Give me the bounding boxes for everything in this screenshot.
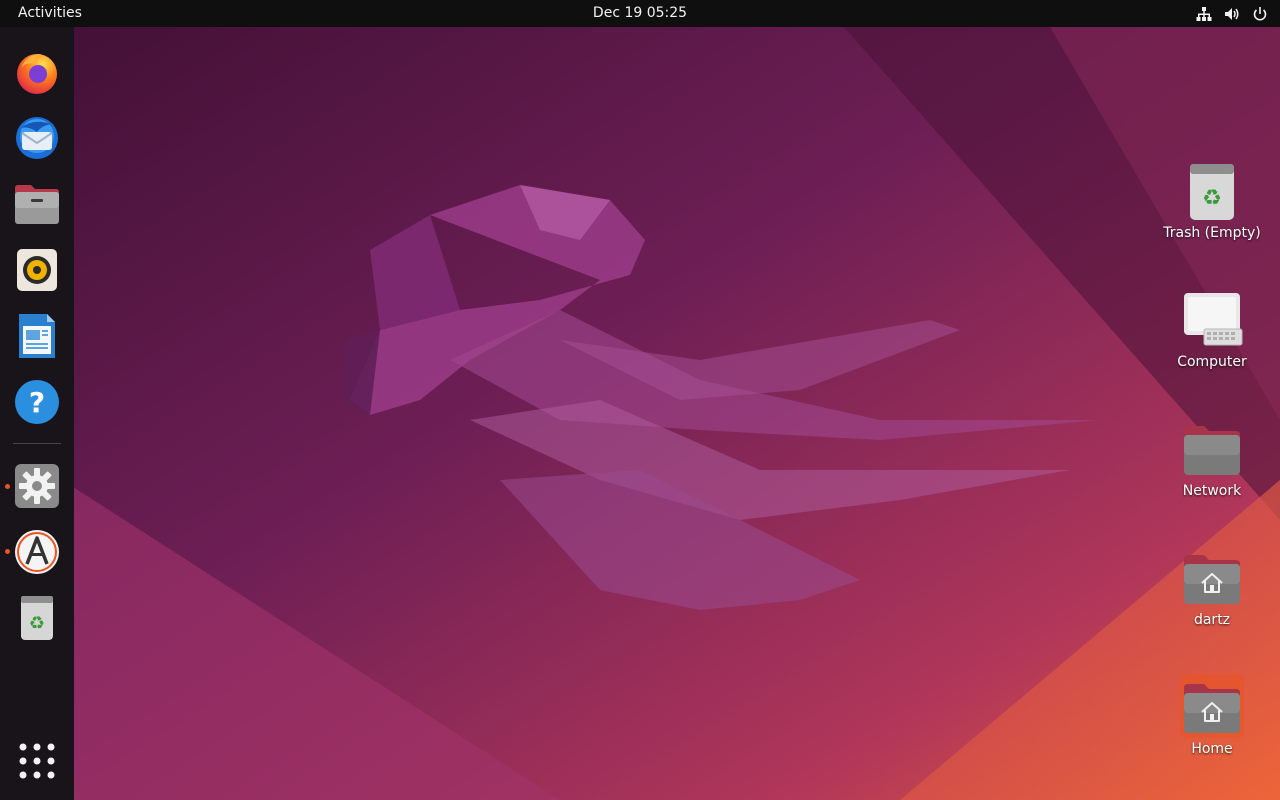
- app-grid-icon: [19, 743, 55, 779]
- files-icon: [15, 185, 59, 224]
- dock-item-files[interactable]: [13, 180, 61, 228]
- dock-item-thunderbird[interactable]: [13, 114, 61, 162]
- computer-icon: [1184, 293, 1243, 346]
- writer-icon: [19, 314, 55, 358]
- desktop-icon-dartz[interactable]: dartz: [1157, 545, 1267, 629]
- svg-text:♻: ♻: [29, 613, 45, 634]
- dock-item-help[interactable]: ?: [13, 378, 61, 426]
- activities-button[interactable]: Activities: [10, 2, 90, 25]
- dock-item-show-applications[interactable]: [13, 737, 61, 785]
- svg-text:♻: ♻: [1202, 186, 1222, 211]
- desktop-icon-label: Home: [1191, 741, 1233, 757]
- thunderbird-icon: [16, 117, 58, 159]
- dock-item-rhythmbox[interactable]: [13, 246, 61, 294]
- volume-icon[interactable]: [1224, 6, 1240, 22]
- software-icon: [15, 530, 59, 574]
- help-icon: ?: [15, 380, 59, 424]
- dock-item-trash[interactable]: ♻: [13, 594, 61, 642]
- desktop-icon-label: Network: [1182, 483, 1242, 499]
- home-folder-icon: [1184, 555, 1240, 604]
- dock-item-settings[interactable]: [13, 462, 61, 510]
- home-folder-icon: [1184, 684, 1240, 733]
- desktop-icon-home[interactable]: Home: [1157, 674, 1267, 758]
- desktop-icon-label: Computer: [1177, 354, 1247, 370]
- power-icon[interactable]: [1252, 6, 1268, 22]
- network-folder-icon: [1184, 426, 1240, 475]
- desktop-icon-computer[interactable]: Computer: [1157, 287, 1267, 371]
- desktop-wallpaper: [0, 0, 1280, 800]
- running-indicator: [5, 549, 10, 554]
- trash-icon: ♻: [21, 596, 53, 640]
- rhythmbox-icon: [17, 249, 57, 291]
- settings-icon: [15, 464, 59, 508]
- dock-item-libreoffice-writer[interactable]: [13, 312, 61, 360]
- system-tray[interactable]: [1196, 0, 1268, 27]
- dock: ? ♻: [0, 27, 74, 800]
- dock-item-software[interactable]: [13, 528, 61, 576]
- clock: Dec 19 05:25: [0, 0, 1280, 27]
- desktop-icon-trash[interactable]: ♻ Trash (Empty): [1157, 158, 1267, 242]
- top-bar: Activities Dec 19 05:25: [0, 0, 1280, 27]
- clock-button[interactable]: Dec 19 05:25: [587, 5, 693, 21]
- desktop-icon-network[interactable]: Network: [1157, 416, 1267, 500]
- svg-text:?: ?: [29, 386, 45, 419]
- desktop-icon-label: dartz: [1193, 612, 1231, 628]
- dock-separator: [13, 443, 61, 444]
- network-icon[interactable]: [1196, 6, 1212, 22]
- firefox-icon: [17, 54, 57, 94]
- dock-item-firefox[interactable]: [13, 48, 61, 96]
- desktop-icon-label: Trash (Empty): [1163, 225, 1261, 241]
- running-indicator: [5, 484, 10, 489]
- trash-icon: ♻: [1190, 164, 1234, 220]
